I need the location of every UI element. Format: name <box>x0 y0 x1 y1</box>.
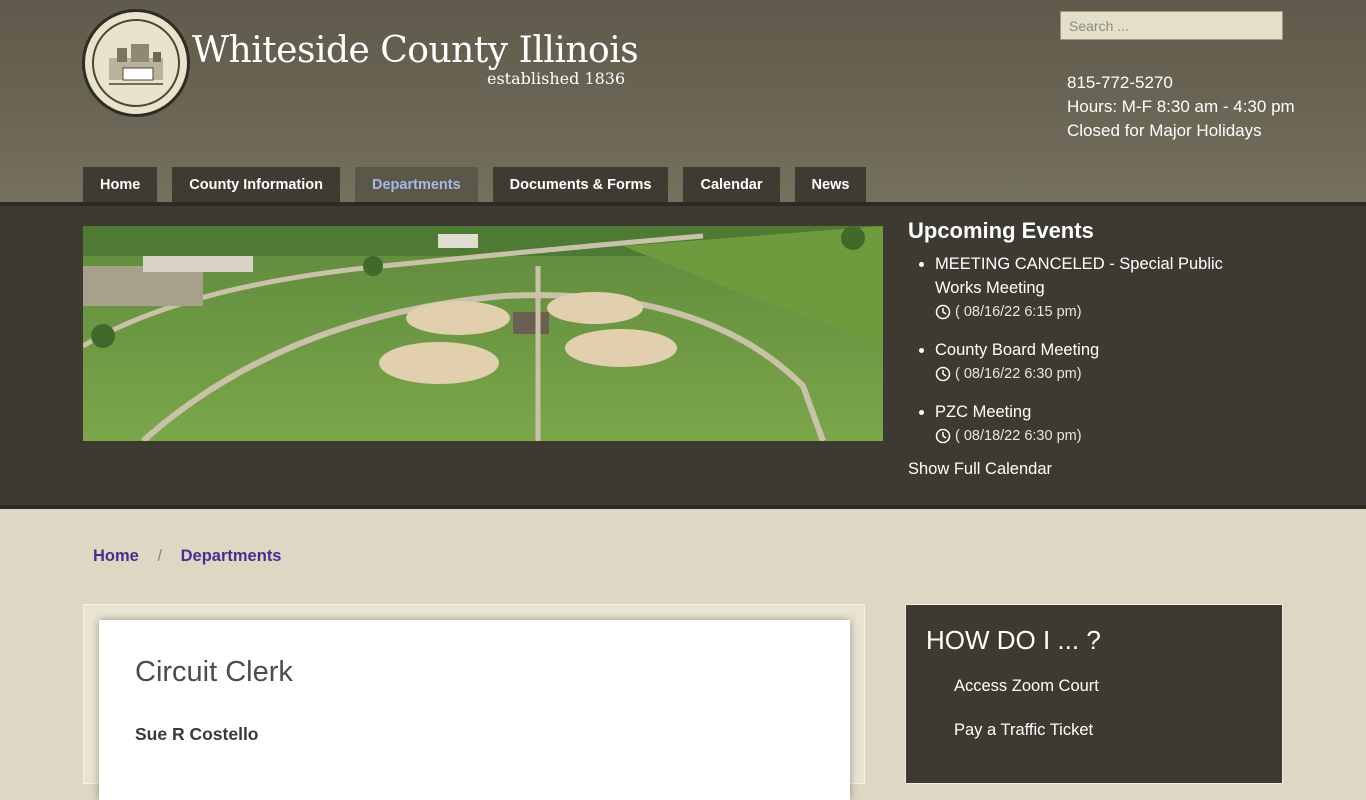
site-title[interactable]: Whiteside County Illinois <box>192 30 639 71</box>
events-list: MEETING CANCELED - Special Public Works … <box>908 252 1268 448</box>
event-time: ( 08/16/22 6:15 pm) <box>935 300 1268 324</box>
nav-departments[interactable]: Departments <box>355 167 478 203</box>
event-item: County Board Meeting ( 08/16/22 6:30 pm) <box>935 338 1268 386</box>
nav-county-information[interactable]: County Information <box>172 167 341 203</box>
events-heading: Upcoming Events <box>908 218 1094 243</box>
main-nav: Home County Information Departments Docu… <box>83 167 881 203</box>
event-item: PZC Meeting ( 08/18/22 6:30 pm) <box>935 400 1268 448</box>
official-name: Sue R Costello <box>135 724 259 744</box>
event-item: MEETING CANCELED - Special Public Works … <box>935 252 1268 324</box>
event-time: ( 08/16/22 6:30 pm) <box>935 362 1268 386</box>
howdo-link-pay-traffic-ticket[interactable]: Pay a Traffic Ticket <box>954 721 1093 740</box>
county-seal-logo[interactable] <box>82 9 190 117</box>
contact-closed: Closed for Major Holidays <box>1067 121 1262 140</box>
content-panel: Circuit Clerk Sue R Costello <box>83 604 865 800</box>
clock-icon <box>935 366 951 382</box>
event-time-text: ( 08/18/22 6:30 pm) <box>955 428 1082 444</box>
contact-hours: Hours: M-F 8:30 am - 4:30 pm <box>1067 97 1295 116</box>
howdo-link-access-zoom-court[interactable]: Access Zoom Court <box>954 677 1099 696</box>
event-title[interactable]: County Board Meeting <box>935 338 1268 362</box>
event-time: ( 08/18/22 6:30 pm) <box>935 424 1268 448</box>
breadcrumb-home[interactable]: Home <box>93 547 139 565</box>
breadcrumb: Home / Departments <box>93 547 282 566</box>
event-time-text: ( 08/16/22 6:30 pm) <box>955 366 1082 382</box>
seal-emblem-icon <box>109 44 163 85</box>
content-card: Circuit Clerk Sue R Costello <box>99 620 850 800</box>
clock-icon <box>935 304 951 320</box>
site-subtitle: established 1836 <box>487 69 626 88</box>
how-do-i-panel: HOW DO I ... ? Access Zoom Court Pay a T… <box>905 604 1283 784</box>
breadcrumb-separator: / <box>157 547 163 565</box>
event-title[interactable]: PZC Meeting <box>935 400 1268 424</box>
page-title: Circuit Clerk <box>135 656 293 688</box>
breadcrumb-departments[interactable]: Departments <box>181 547 282 565</box>
nav-calendar[interactable]: Calendar <box>683 167 780 203</box>
clock-icon <box>935 428 951 444</box>
event-time-text: ( 08/16/22 6:15 pm) <box>955 304 1082 320</box>
contact-info: 815-772-5270 Hours: M-F 8:30 am - 4:30 p… <box>1067 71 1295 143</box>
how-do-i-heading: HOW DO I ... ? <box>926 625 1101 655</box>
fairgrounds-aerial-photo <box>83 226 883 441</box>
upcoming-events: Upcoming Events MEETING CANCELED - Speci… <box>908 218 1268 479</box>
nav-home[interactable]: Home <box>83 167 158 203</box>
nav-documents-forms[interactable]: Documents & Forms <box>492 167 669 203</box>
site-header: Whiteside County Illinois established 18… <box>0 0 1366 203</box>
show-full-calendar-link[interactable]: Show Full Calendar <box>908 460 1268 479</box>
nav-news[interactable]: News <box>794 167 867 203</box>
search-input[interactable] <box>1060 11 1283 40</box>
contact-phone[interactable]: 815-772-5270 <box>1067 71 1295 95</box>
event-title[interactable]: MEETING CANCELED - Special Public Works … <box>935 252 1268 300</box>
